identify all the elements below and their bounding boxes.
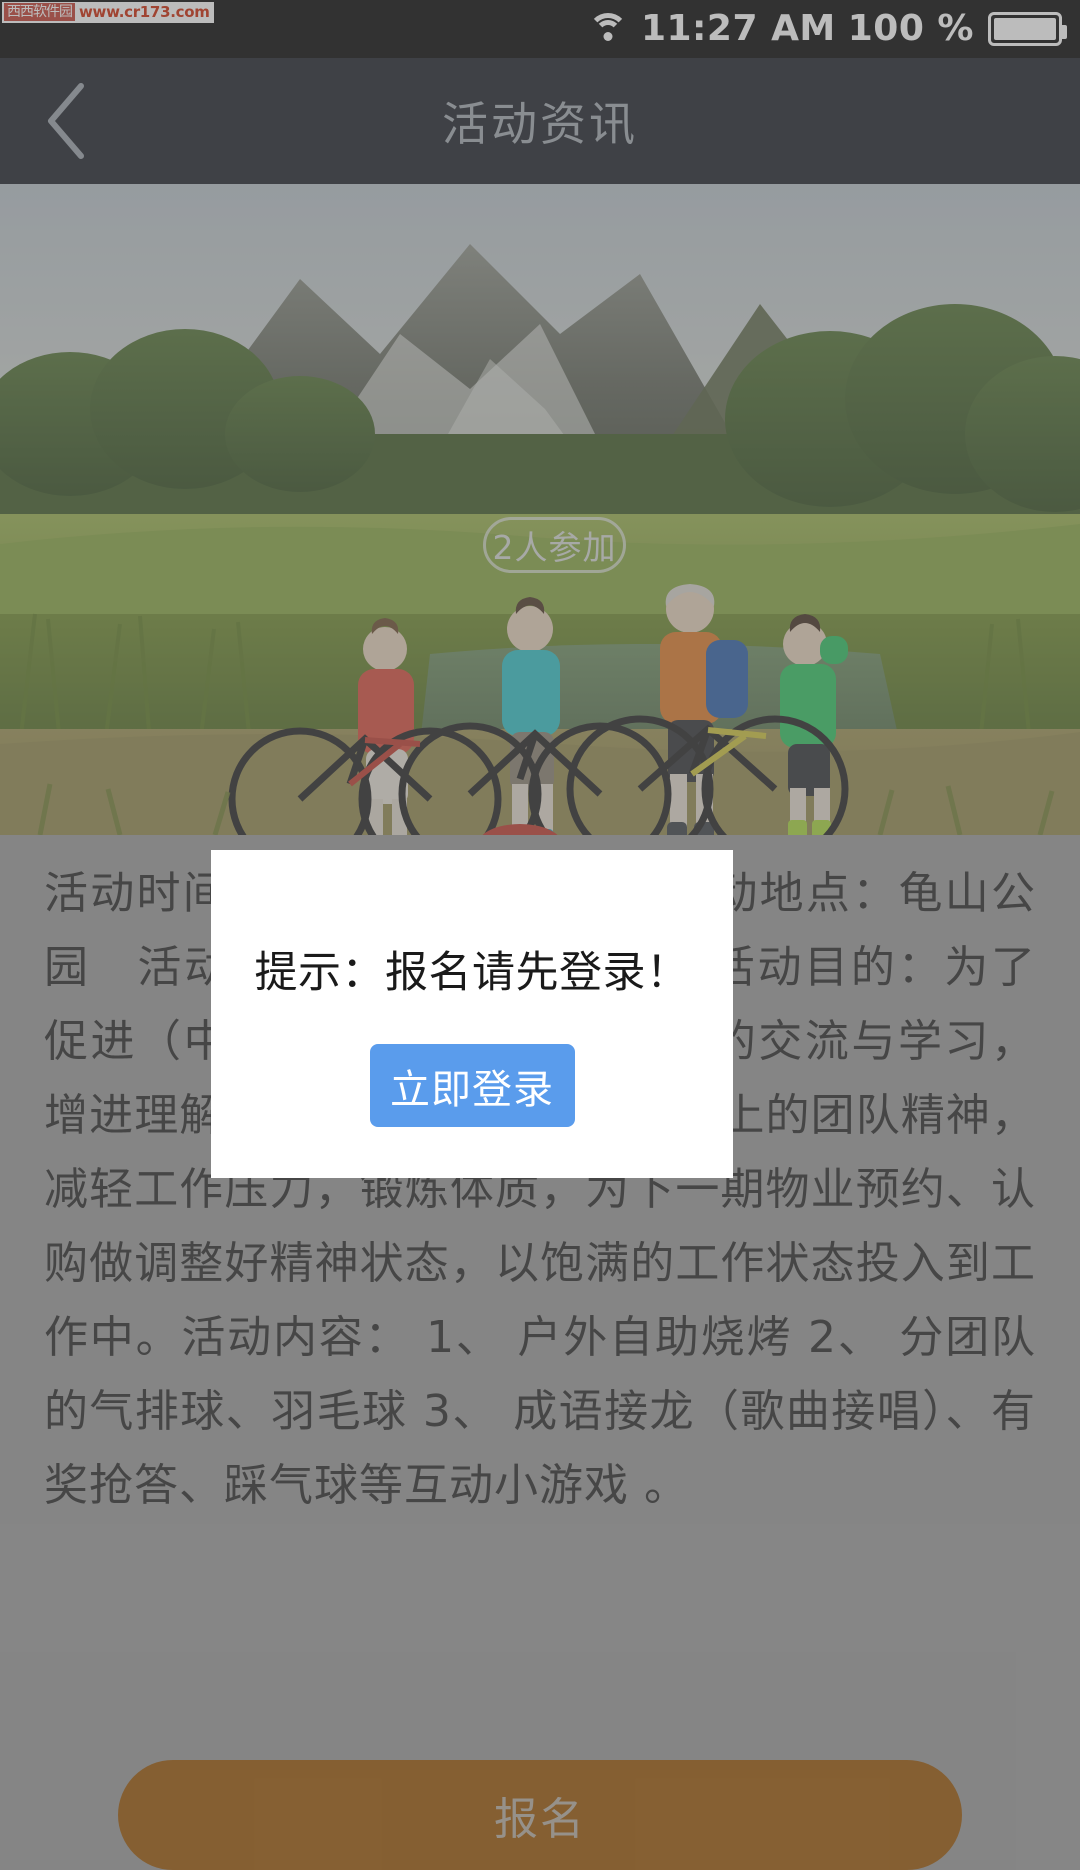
- login-now-button[interactable]: 立即登录: [369, 1044, 575, 1127]
- login-prompt-dialog: 提示：报名请先登录！ 立即登录: [211, 850, 733, 1178]
- dialog-message: 提示：报名请先登录！: [254, 948, 690, 998]
- activity-detail-screen: 2人参加 活动时间：2016年6月18日 活动地点：龟山公园 活动人员：项目同事…: [0, 0, 1080, 1870]
